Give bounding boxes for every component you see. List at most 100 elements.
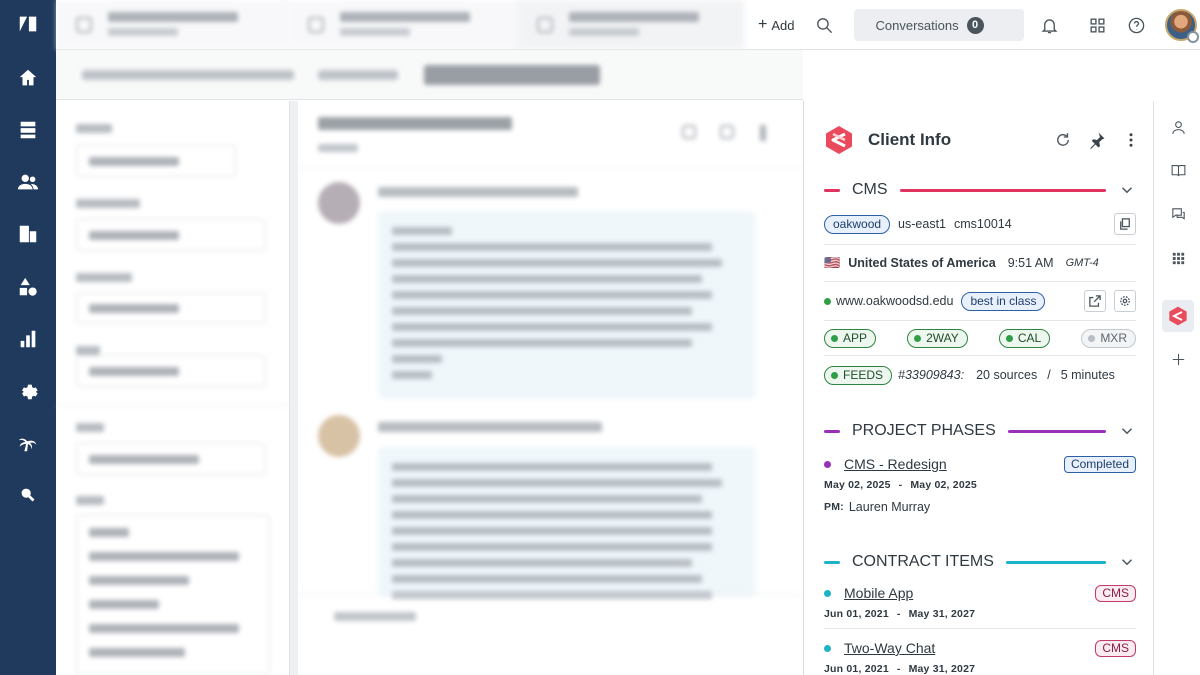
contract-item-title-link[interactable]: Mobile App — [844, 585, 913, 601]
ticket-tab-active[interactable] — [517, 0, 744, 50]
client-info-title: Client Info — [868, 130, 952, 149]
status-indicator-icon — [1186, 31, 1199, 43]
project-manager-name: Lauren Murray — [848, 500, 931, 514]
pm-label: PM: — [824, 501, 844, 513]
feeds-badge: FEEDS — [824, 365, 893, 385]
cms-section: CMS oakwood us-east1 cms10014 🇺🇸 United … — [824, 180, 1136, 394]
conversation-area — [298, 101, 803, 675]
organizations-icon[interactable] — [14, 220, 42, 248]
contract-end-date: May 31, 2027 — [908, 608, 976, 620]
conversations-button[interactable]: Conversations 0 — [854, 9, 1024, 41]
cms-instance: cms10014 — [954, 217, 1012, 231]
help-icon[interactable] — [1125, 13, 1149, 37]
local-time: 9:51 AM — [1007, 256, 1054, 270]
main-nav — [0, 0, 56, 675]
notifications-bell-icon[interactable] — [1038, 13, 1062, 37]
chevron-down-icon[interactable] — [1118, 181, 1136, 199]
views-icon[interactable] — [14, 116, 42, 144]
pin-icon[interactable] — [1088, 131, 1106, 149]
add-app-plus-icon[interactable] — [1164, 345, 1192, 373]
breadcrumb-bar — [56, 50, 803, 100]
palm-tree-icon[interactable] — [14, 429, 42, 457]
feeds-separator: / — [1047, 368, 1051, 382]
client-info-panel: Client Info CMS oakwood us-east1 cms1001… — [803, 101, 1153, 675]
website-link[interactable]: www.oakwoodsd.edu — [836, 294, 953, 308]
conversations-label: Conversations — [875, 17, 959, 33]
project-phases-title: PROJECT PHASES — [852, 422, 996, 439]
phase-status-badge: Completed — [1063, 455, 1136, 473]
contract-items-section: CONTRACT ITEMS Mobile App CMS Jun 01, 20… — [824, 552, 1136, 675]
date-separator: - — [898, 479, 903, 491]
country-name: United States of America — [848, 256, 996, 270]
contract-items-title: CONTRACT ITEMS — [852, 553, 994, 570]
apps-grid-icon[interactable] — [1164, 244, 1192, 272]
search-small-icon[interactable] — [14, 481, 42, 509]
copy-icon — [1120, 218, 1130, 230]
phase-dot — [824, 460, 831, 468]
project-phases-section: PROJECT PHASES CMS - Redesign Completed … — [824, 421, 1136, 516]
website-tag: best in class — [961, 291, 1046, 311]
user-avatar[interactable] — [1164, 9, 1199, 43]
date-separator: - — [896, 663, 901, 675]
contract-item: Two-Way Chat CMS Jun 01, 2021 - May 31, … — [824, 637, 1136, 675]
site-settings-button[interactable] — [1114, 290, 1136, 312]
contract-start-date: Jun 01, 2021 — [824, 663, 889, 675]
ticket-properties-panel — [56, 101, 298, 675]
cms-section-title: CMS — [852, 181, 888, 198]
chevron-down-icon[interactable] — [1118, 553, 1136, 571]
contract-start-date: Jun 01, 2021 — [824, 608, 889, 620]
gear-icon — [1120, 296, 1130, 306]
shapes-icon[interactable] — [14, 273, 42, 301]
home-icon[interactable] — [14, 64, 42, 92]
open-website-button[interactable] — [1084, 290, 1106, 312]
cms-section-header[interactable]: CMS — [824, 180, 1136, 200]
chevron-down-icon[interactable] — [1118, 422, 1136, 440]
external-link-icon — [1089, 295, 1101, 307]
more-options-icon[interactable] — [1122, 131, 1140, 149]
project-phases-header[interactable]: PROJECT PHASES — [824, 421, 1136, 441]
settings-gear-icon[interactable] — [14, 377, 42, 405]
phase-title-link[interactable]: CMS - Redesign — [844, 456, 947, 472]
feature-badge-mxr: MXR — [1081, 328, 1136, 348]
contract-item-title-link[interactable]: Two-Way Chat — [844, 640, 935, 656]
contract-item: Mobile App CMS Jun 01, 2021 - May 31, 20… — [824, 582, 1136, 622]
apps-grid-icon[interactable] — [1086, 13, 1110, 37]
copy-button[interactable] — [1114, 213, 1136, 235]
ticket-tab[interactable] — [56, 0, 288, 50]
reports-icon[interactable] — [14, 325, 42, 353]
top-bar: + Add Conversations 0 — [56, 0, 1200, 50]
customers-icon[interactable] — [14, 168, 42, 196]
contract-dot — [824, 589, 831, 597]
search-icon[interactable] — [812, 13, 836, 37]
right-context-rail — [1153, 101, 1200, 675]
add-button[interactable]: + Add — [758, 17, 794, 33]
refresh-icon[interactable] — [1054, 131, 1072, 149]
ticket-tab[interactable] — [288, 0, 517, 50]
date-separator: - — [896, 608, 901, 620]
cms-region: us-east1 — [898, 217, 946, 231]
timezone: GMT-4 — [1065, 257, 1099, 269]
contract-items-header[interactable]: CONTRACT ITEMS — [824, 552, 1136, 572]
conversations-count-badge: 0 — [966, 16, 984, 34]
phase-end-date: May 02, 2025 — [910, 479, 977, 491]
phase-start-date: May 02, 2025 — [824, 479, 891, 491]
app-logo-icon[interactable] — [14, 10, 42, 38]
feeds-interval: 5 minutes — [1060, 368, 1115, 382]
chat-bubbles-icon[interactable] — [1164, 200, 1192, 228]
contract-dot — [824, 644, 831, 652]
client-info-app-icon[interactable] — [1162, 300, 1194, 332]
feature-badge-2way: 2WAY — [907, 328, 968, 348]
contract-item-tag: CMS — [1095, 639, 1136, 657]
client-info-logo-icon — [826, 126, 852, 154]
website-status-dot — [824, 297, 831, 305]
cms-tag: oakwood — [824, 214, 891, 234]
add-button-label: Add — [771, 17, 795, 33]
knowledge-book-icon[interactable] — [1164, 156, 1192, 184]
contract-end-date: May 31, 2027 — [908, 663, 976, 675]
feeds-sources: 20 sources — [976, 368, 1038, 382]
feature-badge-cal: CAL — [998, 328, 1051, 348]
contract-item-tag: CMS — [1095, 584, 1136, 602]
user-profile-icon[interactable] — [1164, 113, 1192, 141]
feeds-id: #33909843: — [898, 368, 965, 382]
country-flag-icon: 🇺🇸 — [824, 255, 841, 270]
